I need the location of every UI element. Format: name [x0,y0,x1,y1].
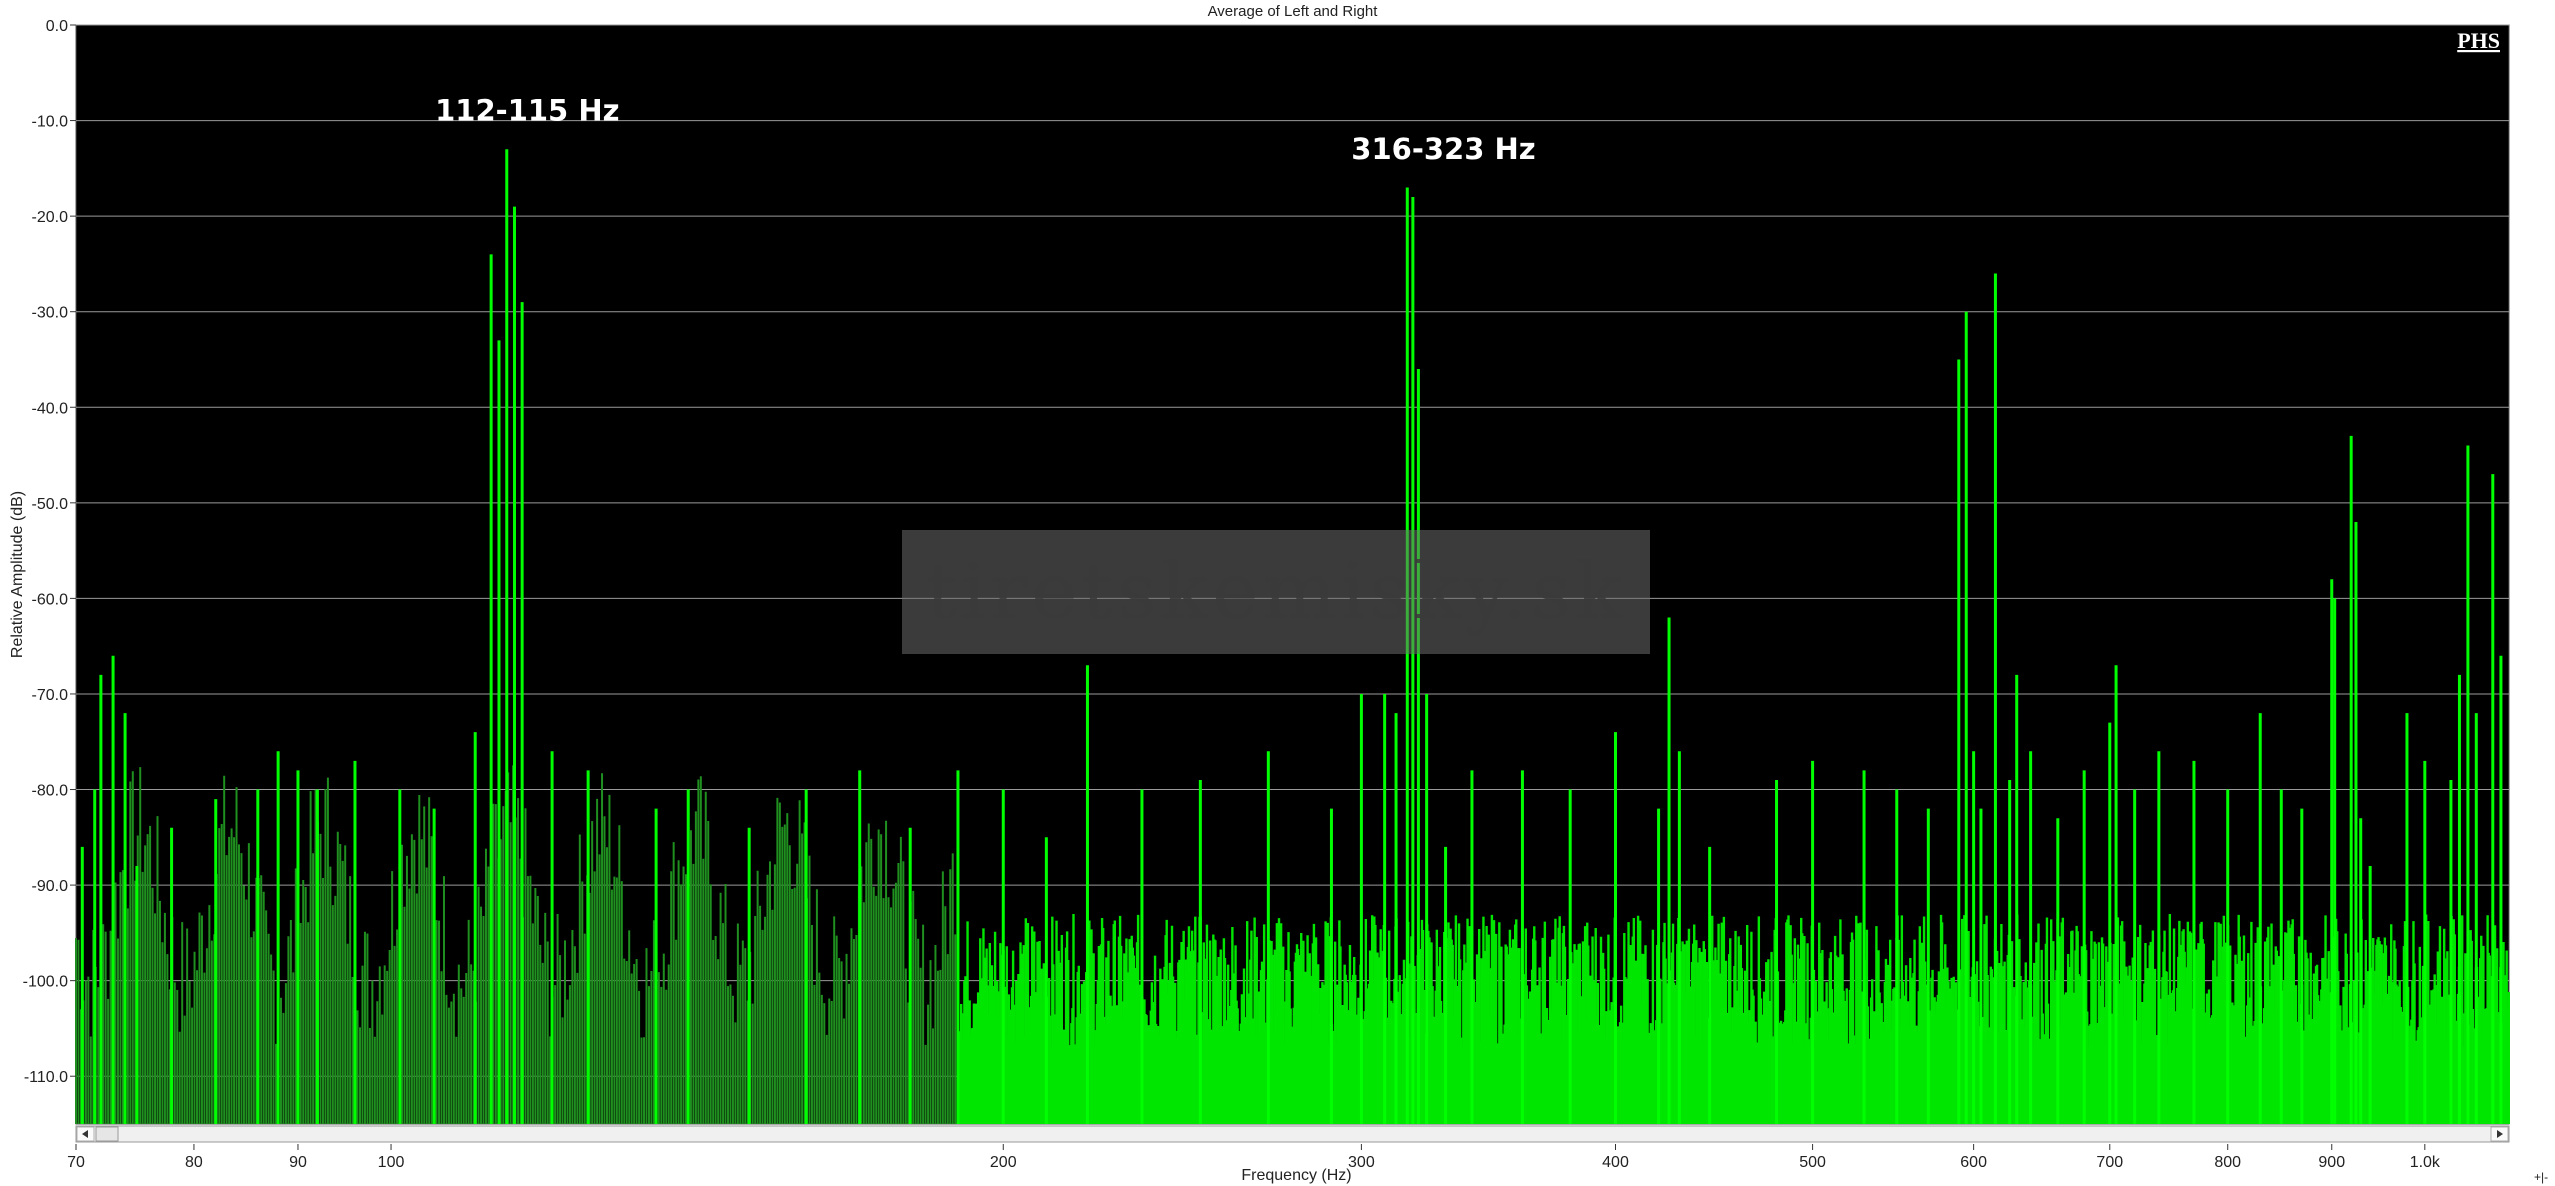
phs-logo: PHS [2457,28,2500,53]
spectrum-chart: Average of Left and Right 112-115 Hz 316-… [9,3,2548,1184]
chart-title: Average of Left and Right [1208,3,1379,20]
horizontal-scrollbar[interactable] [75,1125,2510,1143]
x-tick-label: 700 [2096,1154,2123,1171]
x-tick-label: 100 [378,1154,405,1171]
y-tick-label: -10.0 [32,114,69,131]
x-tick-label: 200 [990,1154,1017,1171]
y-tick-label: -100.0 [23,974,68,991]
x-tick-label: 90 [289,1154,307,1171]
x-tick-label: 900 [2318,1154,2345,1171]
x-tick-label: 300 [1348,1154,1375,1171]
scroll-thumb[interactable] [95,1126,119,1142]
y-tick-label: -90.0 [32,878,69,895]
y-tick-label: -80.0 [32,783,69,800]
y-tick-label: -60.0 [32,591,69,608]
y-tick-label: -40.0 [32,400,69,417]
y-tick-label: -70.0 [32,687,69,704]
zoom-icon[interactable]: +|- [2534,1170,2548,1184]
x-tick-label: 1.0k [2410,1154,2441,1171]
y-tick-label: 0.0 [46,18,68,35]
peak-annotation: 316-323 Hz [1351,132,1535,166]
y-tick-label: -30.0 [32,305,69,322]
y-tick-label: -110.0 [24,1069,68,1086]
x-axis-label: Frequency (Hz) [1241,1167,1351,1184]
x-tick-label: 500 [1799,1154,1826,1171]
x-tick-label: 600 [1960,1154,1987,1171]
x-tick-label: 80 [185,1154,203,1171]
x-tick-label: 800 [2214,1154,2241,1171]
peak-annotation: 112-115 Hz [435,94,619,128]
x-tick-label: 400 [1602,1154,1629,1171]
watermark-text: tiretskemisky.sk [926,547,1627,637]
y-axis-label: Relative Amplitude (dB) [9,491,26,658]
y-tick-label: -50.0 [32,496,69,513]
y-tick-label: -20.0 [32,209,69,226]
x-tick-label: 70 [67,1154,85,1171]
